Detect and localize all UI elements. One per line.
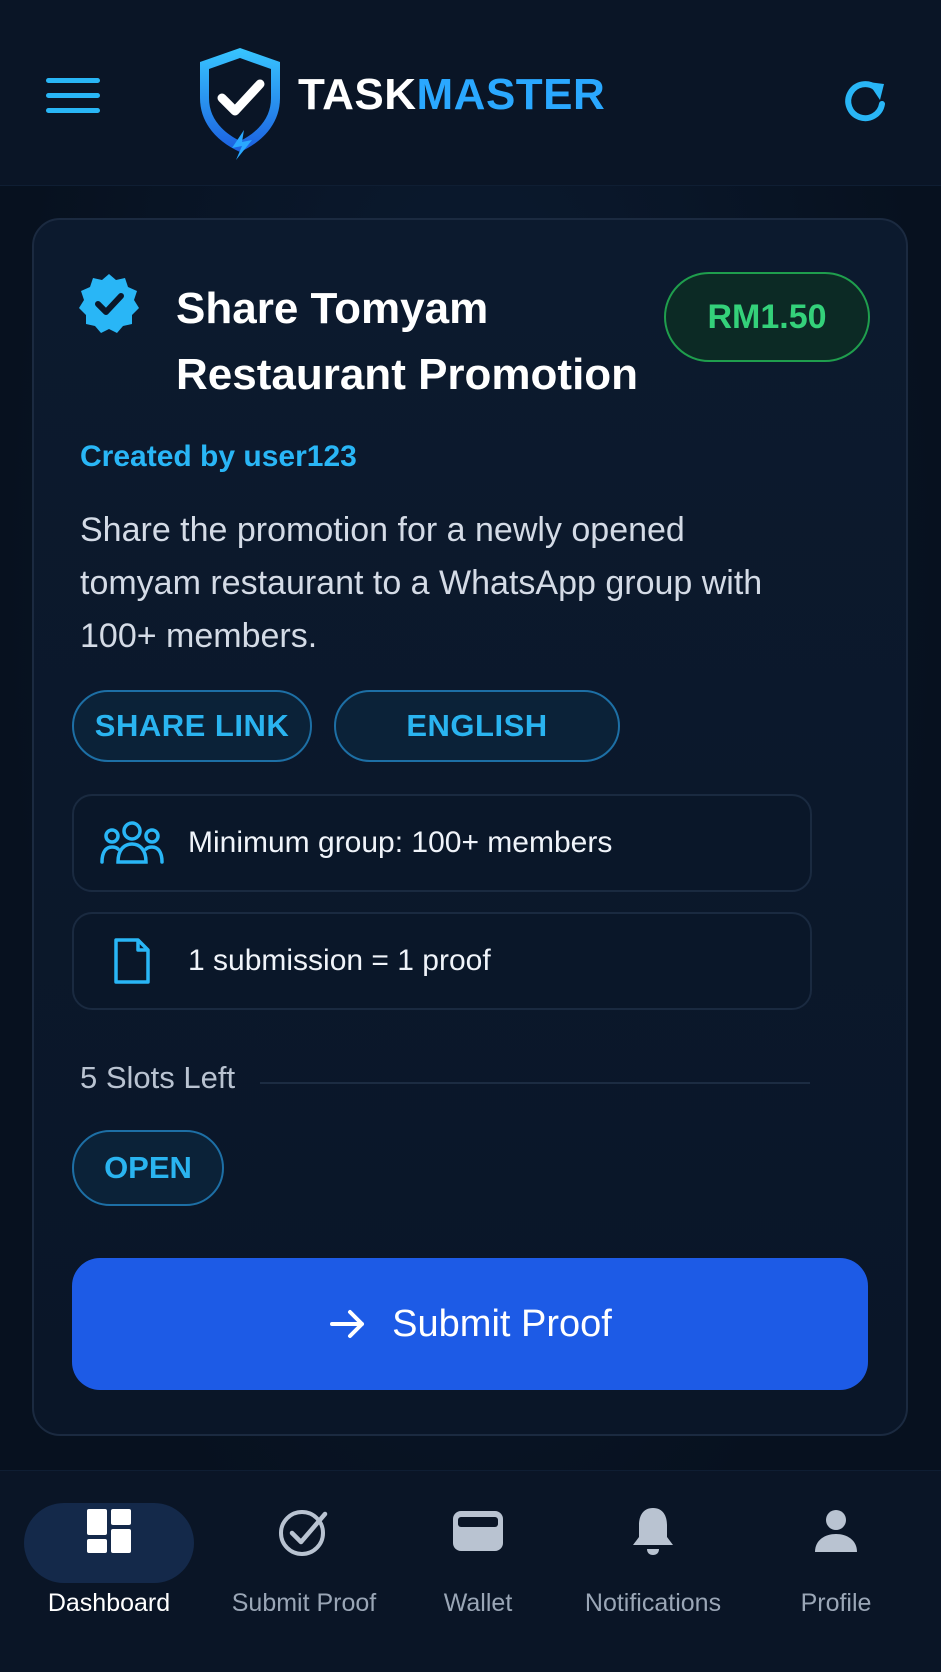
submit-proof-button[interactable]: Submit Proof <box>72 1258 868 1390</box>
requirement-min-members: Minimum group: 100+ members <box>72 794 812 892</box>
task-creator: Created by user123 <box>80 440 357 473</box>
bottom-navigation: Dashboard Submit Proof Wallet Notificati… <box>0 1470 941 1672</box>
nav-dashboard[interactable]: Dashboard <box>24 1471 194 1672</box>
task-description: Share the promotion for a newly opened t… <box>80 511 763 655</box>
top-header: TASKMASTER <box>0 0 941 186</box>
task-title-line1: Share Tomyam <box>176 284 489 333</box>
document-icon <box>114 938 150 984</box>
hamburger-menu-icon[interactable] <box>46 78 100 122</box>
app-logo: TASKMASTER <box>192 44 605 160</box>
divider <box>260 1082 810 1084</box>
task-title: Share Tomyam Restaurant Promotion <box>176 276 676 408</box>
nav-submit-proof[interactable]: Submit Proof <box>206 1471 402 1672</box>
check-circle-icon <box>279 1510 328 1556</box>
brand-name-part1: TASK <box>298 70 417 119</box>
task-card: Share Tomyam Restaurant Promotion RM1.50… <box>32 218 908 1436</box>
requirement-submission-proof: 1 submission = 1 proof <box>72 912 812 1010</box>
nav-label: Profile <box>800 1589 872 1617</box>
refresh-icon[interactable] <box>838 74 894 130</box>
user-icon <box>815 1510 857 1552</box>
verified-badge-icon <box>79 274 139 333</box>
shield-check-icon <box>200 48 280 160</box>
nav-wallet[interactable]: Wallet <box>404 1471 552 1672</box>
slots-left: 5 Slots Left <box>80 1060 236 1095</box>
reward-badge: RM1.50 <box>664 272 870 362</box>
brand-name: TASKMASTER <box>298 70 605 120</box>
nav-label: Notifications <box>584 1589 722 1617</box>
nav-label: Dashboard <box>47 1589 171 1617</box>
submit-proof-label: Submit Proof <box>392 1302 612 1345</box>
arrow-right-icon <box>330 1310 365 1338</box>
requirement-text: Minimum group: 100+ members <box>188 826 613 859</box>
wallet-icon <box>453 1511 503 1551</box>
dashboard-icon <box>87 1509 131 1553</box>
app-root: TASKMASTER Share Tomyam Restaurant Promo… <box>0 0 941 1672</box>
tag-language: ENGLISH <box>334 690 620 762</box>
nav-profile[interactable]: Profile <box>768 1471 904 1672</box>
bell-icon <box>633 1508 673 1555</box>
nav-label: Submit Proof <box>231 1589 377 1617</box>
brand-name-part2: MASTER <box>416 70 606 119</box>
status-badge: OPEN <box>72 1130 224 1206</box>
requirement-text: 1 submission = 1 proof <box>188 944 491 977</box>
nav-notifications[interactable]: Notifications <box>562 1471 744 1672</box>
tag-share-link: SHARE LINK <box>72 690 312 762</box>
nav-label: Wallet <box>443 1589 513 1617</box>
users-icon <box>100 821 164 864</box>
task-title-line2: Restaurant Promotion <box>176 350 639 399</box>
